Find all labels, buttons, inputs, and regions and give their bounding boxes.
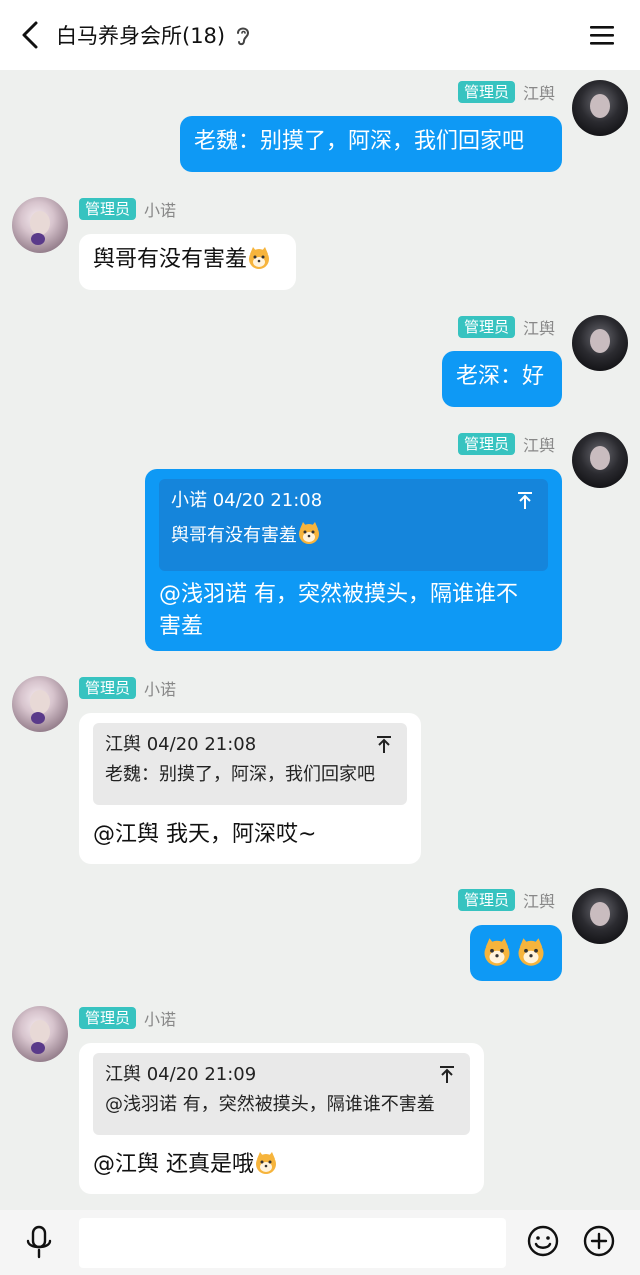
sender-name: 江舆 <box>523 436 556 455</box>
message-text: 舆哥有没有害羞 <box>93 247 248 272</box>
admin-badge: 管理员 <box>79 1007 137 1029</box>
quote-sender-time: 小诺 04/20 21:08 <box>171 490 323 511</box>
shiba-dog-emoji <box>518 938 544 966</box>
sender-name: 江舆 <box>523 319 556 338</box>
microphone-icon[interactable] <box>22 1224 56 1260</box>
message-bubble[interactable]: 江舆 04/20 21:09 @浅羽诺 有，突然被摸头，隔谁谁不害羞 @江舆 还… <box>79 1043 484 1194</box>
admin-badge: 管理员 <box>458 433 516 455</box>
quote-sender-time: 江舆 04/20 21:09 <box>105 1064 257 1085</box>
jump-to-quote-icon[interactable] <box>516 491 534 511</box>
admin-badge: 管理员 <box>79 198 137 220</box>
sender-name: 江舆 <box>523 892 556 911</box>
avatar[interactable] <box>12 676 68 732</box>
sender-name: 小诺 <box>144 680 177 699</box>
admin-badge: 管理员 <box>458 889 516 911</box>
sender-name: 小诺 <box>144 201 177 220</box>
message-text: @江舆 我天，阿深哎~ <box>93 822 317 847</box>
chat-title: 白马养身会所(18) <box>56 24 226 48</box>
sender-meta: 管理员 小诺 <box>79 1006 176 1030</box>
avatar[interactable] <box>572 432 628 488</box>
avatar[interactable] <box>572 888 628 944</box>
sender-name: 小诺 <box>144 1010 177 1029</box>
sender-meta: 管理员 小诺 <box>79 676 176 700</box>
message-input[interactable] <box>79 1218 506 1268</box>
jump-to-quote-icon[interactable] <box>375 735 393 755</box>
message-text: 老魏：别摸了，阿深，我们回家吧 <box>194 129 525 154</box>
message-bubble[interactable]: 江舆 04/20 21:08 老魏：别摸了，阿深，我们回家吧 @江舆 我天，阿深… <box>79 713 421 864</box>
message-text: @江舆 还真是哦 <box>93 1152 254 1177</box>
quoted-message[interactable]: 江舆 04/20 21:09 @浅羽诺 有，突然被摸头，隔谁谁不害羞 <box>93 1053 470 1135</box>
quoted-message[interactable]: 江舆 04/20 21:08 老魏：别摸了，阿深，我们回家吧 <box>93 723 407 805</box>
message-bubble[interactable]: 小诺 04/20 21:08 舆哥有没有害羞 @浅羽诺 有，突然被摸头，隔谁谁不… <box>145 469 562 651</box>
sender-meta: 管理员 江舆 <box>458 432 555 456</box>
shiba-dog-emoji <box>256 1152 276 1174</box>
message-bubble[interactable]: 舆哥有没有害羞 <box>79 234 296 290</box>
quote-text: 舆哥有没有害羞 <box>171 525 297 546</box>
ear-icon <box>237 27 250 46</box>
quote-text: @浅羽诺 有，突然被摸头，隔谁谁不害羞 <box>105 1094 435 1115</box>
quote-text: 老魏：别摸了，阿深，我们回家吧 <box>105 764 375 785</box>
sender-meta: 管理员 江舆 <box>458 888 555 912</box>
admin-badge: 管理员 <box>79 677 137 699</box>
message-text: 老深：好 <box>456 364 545 389</box>
quoted-message[interactable]: 小诺 04/20 21:08 舆哥有没有害羞 <box>159 479 548 571</box>
shiba-dog-emoji <box>249 247 270 269</box>
jump-to-quote-icon[interactable] <box>438 1065 456 1085</box>
message-bubble[interactable]: 老深：好 <box>442 351 562 407</box>
chat-header: 白马养身会所(18) <box>0 0 640 70</box>
message-bubble[interactable] <box>470 925 562 981</box>
avatar[interactable] <box>12 1006 68 1062</box>
avatar[interactable] <box>572 80 628 136</box>
shiba-dog-emoji <box>299 522 319 544</box>
smiley-icon[interactable] <box>526 1224 560 1258</box>
chevron-left-icon[interactable] <box>14 18 48 52</box>
admin-badge: 管理员 <box>458 316 516 338</box>
message-text-line1: @浅羽诺 有，突然被摸头，隔谁谁不 <box>159 582 518 607</box>
input-bar <box>0 1210 640 1275</box>
admin-badge: 管理员 <box>458 81 516 103</box>
shiba-dog-emoji <box>484 938 510 966</box>
message-text-line2: 害羞 <box>159 614 204 639</box>
sender-meta: 管理员 小诺 <box>79 197 176 221</box>
sender-meta: 管理员 江舆 <box>458 80 555 104</box>
sender-name: 江舆 <box>523 84 556 103</box>
avatar[interactable] <box>572 315 628 371</box>
avatar[interactable] <box>12 197 68 253</box>
plus-circle-icon[interactable] <box>582 1224 616 1258</box>
quote-sender-time: 江舆 04/20 21:08 <box>105 734 257 755</box>
message-bubble[interactable]: 老魏：别摸了，阿深，我们回家吧 <box>180 116 562 172</box>
hamburger-menu-icon[interactable] <box>585 18 619 52</box>
sender-meta: 管理员 江舆 <box>458 315 555 339</box>
